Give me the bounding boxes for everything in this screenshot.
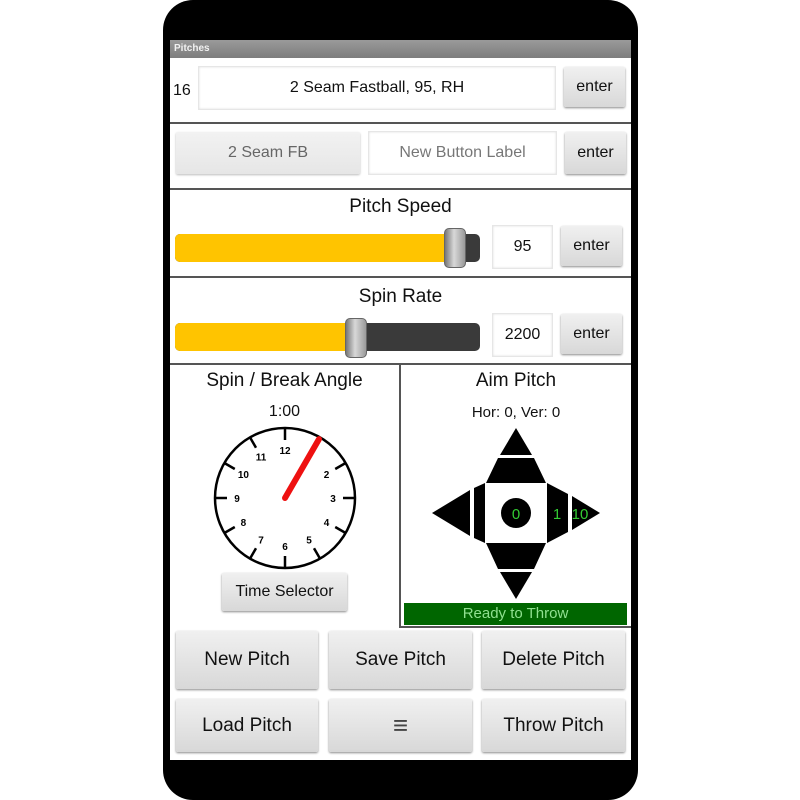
pitch-speed-slider[interactable] — [175, 234, 480, 262]
label-enter-button[interactable]: enter — [565, 132, 626, 174]
pitch-speed-row: Pitch Speed 95 enter — [170, 190, 631, 278]
aim-left-near-arrow[interactable] — [474, 483, 485, 543]
aim-up-near-arrow[interactable] — [486, 458, 546, 483]
clock-number: 11 — [256, 452, 267, 463]
spin-rate-slider-thumb[interactable] — [344, 318, 367, 358]
clock-number: 2 — [324, 470, 330, 481]
spin-rate-slider[interactable] — [175, 323, 480, 351]
break-angle-time: 1:00 — [268, 403, 301, 420]
hamburger-menu-icon: ≡ — [392, 710, 409, 740]
aim-left-far-arrow[interactable] — [432, 490, 470, 536]
clock-number: 3 — [330, 494, 336, 505]
aim-readout: Hor: 0, Ver: 0 — [471, 404, 561, 421]
clock-number: 4 — [324, 518, 330, 529]
pitch-speed-value-field[interactable]: 95 — [492, 225, 553, 269]
pitch-number: 16 — [173, 82, 191, 99]
new-button-label-input[interactable]: New Button Label — [368, 131, 557, 175]
aim-down-near-arrow[interactable] — [486, 543, 546, 569]
aim-center-value: 0 — [512, 506, 520, 523]
spin-rate-value-field[interactable]: 2200 — [492, 313, 553, 357]
app-screen: Pitches 16 2 Seam Fastball, 95, RH enter… — [170, 40, 631, 760]
break-angle-title: Spin / Break Angle — [206, 370, 363, 391]
aim-pitch-title: Aim Pitch — [475, 370, 557, 391]
clock-number: 9 — [234, 494, 240, 505]
aim-down-far-arrow[interactable] — [500, 572, 532, 599]
clock-number: 5 — [306, 536, 312, 547]
clock-number: 7 — [258, 536, 264, 547]
spin-rate-slider-fill — [175, 323, 356, 351]
aim-right-near-value: 1 — [553, 506, 561, 523]
spin-rate-enter-button[interactable]: enter — [561, 314, 622, 354]
pitch-speed-slider-thumb[interactable] — [443, 228, 466, 268]
pitch-description-field[interactable]: 2 Seam Fastball, 95, RH — [198, 66, 556, 110]
menu-button[interactable]: ≡ — [329, 699, 472, 752]
clock-number: 6 — [282, 542, 288, 553]
pitch-row: 16 2 Seam Fastball, 95, RH enter — [170, 58, 631, 124]
new-pitch-button[interactable]: New Pitch — [176, 631, 318, 689]
aim-right-far-value: 10 — [572, 506, 589, 523]
time-selector-button[interactable]: Time Selector — [222, 573, 347, 611]
clock-number: 10 — [238, 470, 250, 481]
delete-pitch-button[interactable]: Delete Pitch — [482, 631, 625, 689]
app-title-bar: Pitches — [170, 40, 631, 58]
spin-rate-row: Spin Rate 2200 enter — [170, 278, 631, 365]
save-pitch-button[interactable]: Save Pitch — [329, 631, 472, 689]
clock-dial[interactable]: 12 2 3 4 5 6 78 9 10 11 — [210, 425, 360, 575]
throw-status-banner: Ready to Throw — [404, 603, 627, 625]
button-label-row: 2 Seam FB New Button Label enter — [170, 124, 631, 190]
pitch-speed-title: Pitch Speed — [349, 196, 452, 217]
pitch-enter-button[interactable]: enter — [564, 67, 625, 107]
aim-pad: 0 1 10 — [432, 428, 600, 599]
spin-rate-title: Spin Rate — [358, 286, 443, 307]
clock-number: 8 — [241, 518, 247, 529]
pitch-speed-slider-fill — [175, 234, 455, 262]
section-bottom-border — [399, 626, 631, 628]
load-pitch-button[interactable]: Load Pitch — [176, 699, 318, 752]
clock-number: 12 — [279, 446, 291, 457]
throw-pitch-button[interactable]: Throw Pitch — [482, 699, 625, 752]
aim-up-far-arrow[interactable] — [500, 428, 532, 455]
pitch-button-2-seam-fb[interactable]: 2 Seam FB — [176, 132, 360, 174]
pitch-speed-enter-button[interactable]: enter — [561, 226, 622, 266]
